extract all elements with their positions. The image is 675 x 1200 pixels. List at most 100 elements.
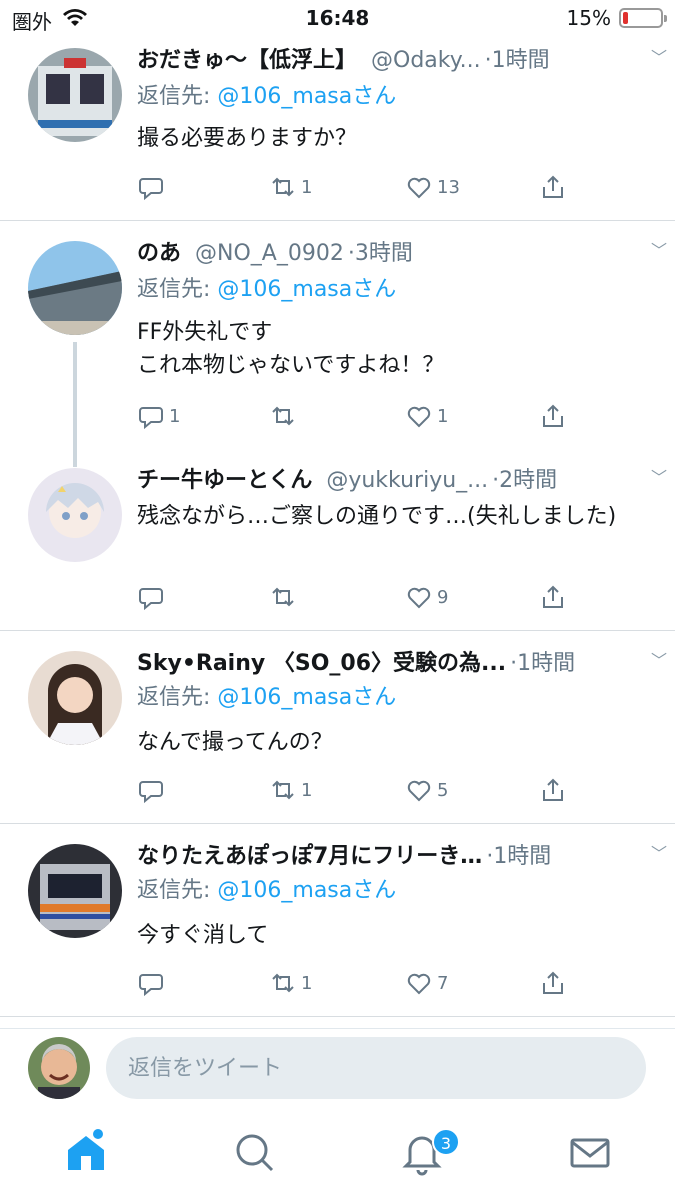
reply-button[interactable] — [137, 968, 169, 998]
retweet-button[interactable]: 1 — [269, 968, 312, 998]
like-button[interactable]: 1 — [405, 401, 448, 431]
tweet-text: 今すぐ消して — [137, 923, 269, 948]
handle[interactable]: @yukkuriyu_... — [326, 466, 488, 496]
person-photo-icon — [28, 1037, 90, 1099]
handle[interactable]: @NO_A_0902 — [195, 239, 344, 269]
retweet-icon — [272, 587, 294, 607]
battery-level — [623, 12, 629, 24]
display-name[interactable]: おだきゅ〜【低浮上】 — [137, 46, 357, 76]
person-photo-icon — [28, 651, 122, 745]
share-icon — [543, 778, 563, 801]
tab-search[interactable] — [230, 1128, 278, 1176]
chevron-down-icon[interactable]: ﹀ — [651, 237, 667, 261]
mention-link[interactable]: @106_masaさん — [217, 878, 396, 903]
reply-context: 返信先: @106_masaさん — [137, 878, 397, 903]
avatar[interactable] — [28, 468, 122, 562]
mention-link[interactable]: @106_masaさん — [217, 685, 396, 710]
chevron-down-icon[interactable]: ﹀ — [651, 44, 667, 68]
chevron-down-icon[interactable]: ﹀ — [651, 840, 667, 864]
battery-percent: 15% — [566, 6, 611, 30]
tweet[interactable]: チー牛ゆーとくん @yukkuriyu_... · 2時間 ﹀ 残念ながら…ご察… — [0, 458, 675, 630]
reply-icon — [139, 178, 163, 201]
heart-icon — [407, 587, 431, 609]
chevron-down-icon[interactable]: ﹀ — [651, 464, 667, 488]
reply-icon — [139, 781, 163, 804]
train-photo-icon — [28, 48, 122, 142]
heart-icon — [407, 973, 431, 995]
retweet-icon — [272, 780, 294, 800]
share-button[interactable] — [539, 172, 567, 202]
divider — [0, 1016, 675, 1017]
tweet-actions: 1 7 — [137, 968, 583, 998]
reply-composer — [0, 1028, 675, 1108]
retweet-button[interactable] — [269, 582, 301, 612]
tweet[interactable]: おだきゅ〜【低浮上】 @Odaky... · 1時間 ﹀ 返信先: @106_m… — [0, 40, 675, 220]
tweet[interactable]: なりたえあぽっぽ7月にフリーき… · 1時間 ﹀ 返信先: @106_masaさ… — [0, 824, 675, 1016]
retweet-icon — [272, 177, 294, 197]
share-icon — [543, 404, 563, 427]
mail-icon — [570, 1138, 610, 1168]
reply-button[interactable]: 1 — [137, 401, 180, 431]
like-button[interactable]: 13 — [405, 172, 460, 202]
like-button[interactable]: 5 — [405, 775, 448, 805]
tweet-actions: 1 1 — [137, 401, 583, 431]
reply-icon — [139, 588, 163, 611]
avatar[interactable] — [28, 241, 122, 335]
avatar[interactable] — [28, 651, 122, 745]
mention-link[interactable]: @106_masaさん — [217, 277, 396, 302]
share-button[interactable] — [539, 968, 567, 998]
status-bar: 圏外 16:48 15% — [0, 0, 675, 40]
building-photo-icon — [28, 241, 122, 335]
tweet[interactable]: のあ @NO_A_0902 · 3時間 ﹀ 返信先: @106_masaさん F… — [0, 221, 675, 467]
timestamp[interactable]: 3時間 — [355, 239, 413, 269]
thread-line — [73, 342, 77, 467]
share-icon — [543, 175, 563, 198]
tweet[interactable]: Sky•Rainy 〈SO_06〉受験の為... · 1時間 ﹀ 返信先: @1… — [0, 631, 675, 823]
timestamp[interactable]: 2時間 — [499, 466, 557, 496]
retweet-button[interactable]: 1 — [269, 172, 312, 202]
tab-bar — [0, 1110, 675, 1200]
reply-button[interactable] — [137, 582, 169, 612]
my-avatar[interactable] — [28, 1037, 90, 1099]
share-button[interactable] — [539, 582, 567, 612]
tab-home[interactable] — [62, 1128, 110, 1176]
avatar[interactable] — [28, 844, 122, 938]
home-icon — [68, 1129, 104, 1170]
reply-icon — [139, 407, 163, 430]
display-name[interactable]: Sky•Rainy 〈SO_06〉受験の為... — [137, 649, 506, 679]
like-button[interactable]: 7 — [405, 968, 448, 998]
retweet-button[interactable] — [269, 401, 301, 431]
anime-avatar-icon — [28, 468, 122, 562]
notification-badge: 3 — [432, 1128, 460, 1156]
tweet-actions: 1 5 — [137, 775, 583, 805]
share-icon — [543, 585, 563, 608]
share-button[interactable] — [539, 401, 567, 431]
heart-icon — [407, 177, 431, 199]
reply-icon — [139, 974, 163, 997]
display-name[interactable]: のあ — [137, 239, 181, 269]
timestamp[interactable]: 1時間 — [517, 649, 575, 679]
reply-input[interactable] — [106, 1037, 646, 1099]
tweet-text: 撮る必要ありますか？ — [137, 126, 358, 151]
display-name[interactable]: チー牛ゆーとくん — [137, 466, 312, 496]
timestamp[interactable]: 1時間 — [492, 46, 550, 76]
handle[interactable]: @Odaky... — [371, 46, 481, 76]
chevron-down-icon[interactable]: ﹀ — [651, 647, 667, 671]
display-name[interactable]: なりたえあぽっぽ7月にフリーき… — [137, 842, 482, 872]
share-button[interactable] — [539, 775, 567, 805]
tab-messages[interactable] — [566, 1128, 614, 1176]
retweet-button[interactable]: 1 — [269, 775, 312, 805]
mention-link[interactable]: @106_masaさん — [217, 84, 396, 109]
tweet-actions: 1 13 — [137, 172, 583, 202]
tweet-text: 残念ながら…ご察しの通りです…(失礼しました) — [137, 504, 617, 529]
reply-context: 返信先: @106_masaさん — [137, 84, 397, 109]
tweet-actions: 9 — [137, 582, 583, 612]
reply-context: 返信先: @106_masaさん — [137, 685, 397, 710]
avatar[interactable] — [28, 48, 122, 142]
reply-button[interactable] — [137, 775, 169, 805]
heart-icon — [407, 780, 431, 802]
timestamp[interactable]: 1時間 — [493, 842, 551, 872]
like-button[interactable]: 9 — [405, 582, 448, 612]
reply-button[interactable] — [137, 172, 169, 202]
battery-icon — [619, 8, 667, 28]
